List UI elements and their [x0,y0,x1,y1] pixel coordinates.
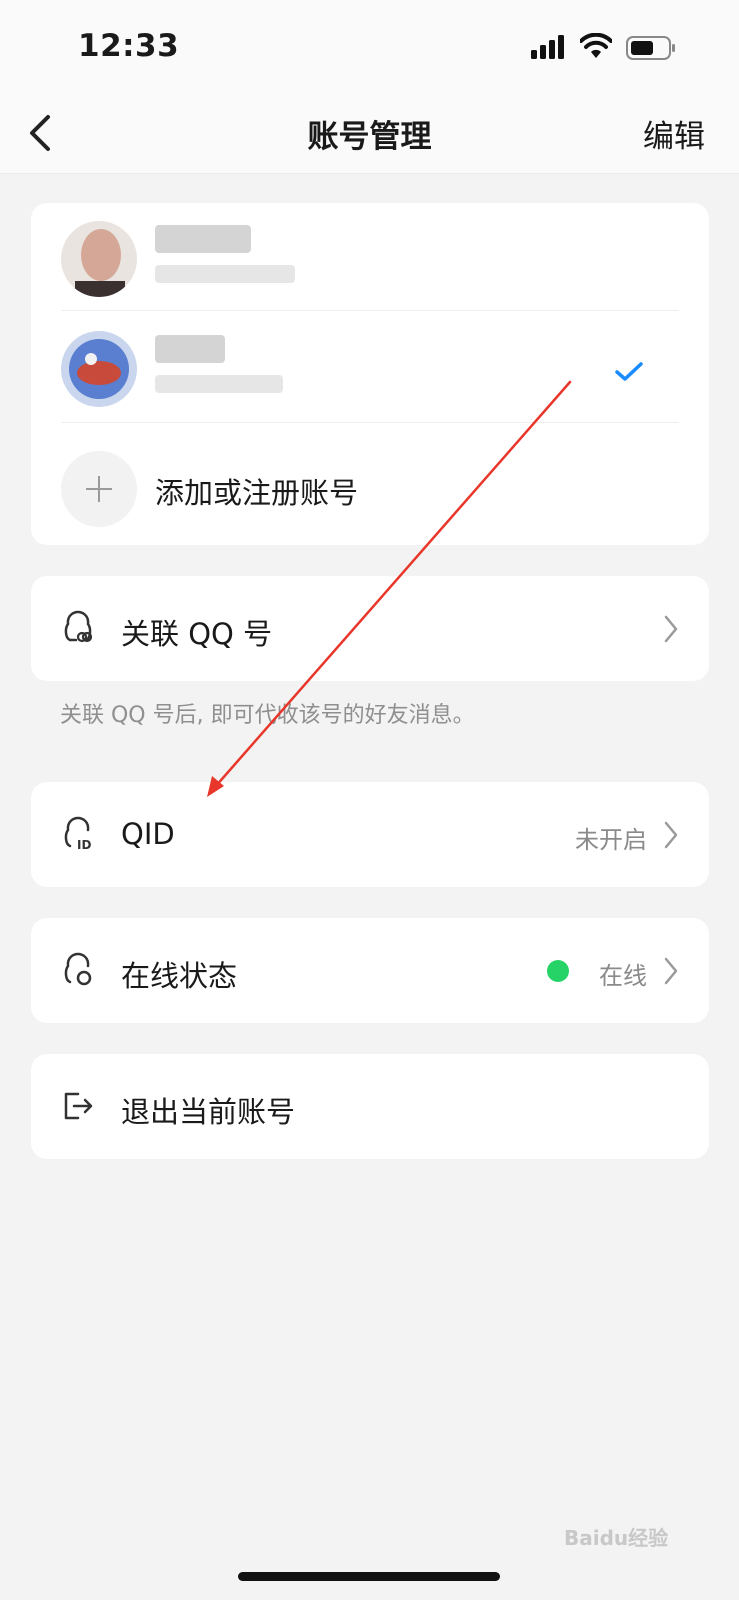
account-number-blurred [155,375,283,393]
edit-button[interactable]: 编辑 [643,111,705,156]
logout-row[interactable]: 退出当前账号 [31,1054,709,1159]
qid-status: 未开启 [575,826,647,854]
nav-bar: 账号管理 编辑 [0,95,739,174]
account-name-blurred [155,225,251,253]
link-qq-label: 关联 QQ 号 [121,617,273,651]
divider [61,310,679,311]
divider [61,422,679,423]
status-time: 12:33 [78,28,180,64]
link-qq-row[interactable]: 关联 QQ 号 [31,576,709,681]
watermark: Baidu经验 [564,1526,669,1550]
logout-label: 退出当前账号 [121,1095,296,1129]
qid-row[interactable]: ID QID 未开启 [31,782,709,887]
account-name-blurred [155,335,225,363]
selected-check-icon [615,362,643,381]
add-account-plus-icon[interactable] [61,451,137,527]
online-status-value: 在线 [599,962,647,990]
account-item[interactable] [31,203,709,315]
cellular-signal-icon [531,35,564,59]
chevron-right-icon [664,615,678,643]
qid-label: QID [121,817,175,851]
avatar [61,331,137,407]
status-bar: 12:33 [0,0,739,95]
online-status-row[interactable]: 在线状态 在线 [31,918,709,1023]
account-item-selected[interactable] [31,313,709,425]
chevron-right-icon [664,957,678,985]
home-indicator[interactable] [238,1572,500,1581]
account-number-blurred [155,265,295,283]
online-status-label: 在线状态 [121,959,238,993]
chevron-right-icon [664,821,678,849]
page-title: 账号管理 [307,119,432,155]
online-status-icon [64,952,92,986]
qq-link-icon [64,610,93,643]
add-account-button[interactable]: 添加或注册账号 [155,470,358,512]
link-qq-hint: 关联 QQ 号后, 即可代收该号的好友消息。 [60,703,475,728]
qid-icon: ID [64,816,91,852]
logout-icon [64,1092,93,1120]
battery-icon [626,36,675,60]
svg-text:ID: ID [77,838,91,852]
wifi-icon [580,33,612,58]
online-dot-icon [547,960,569,982]
avatar [61,221,137,297]
